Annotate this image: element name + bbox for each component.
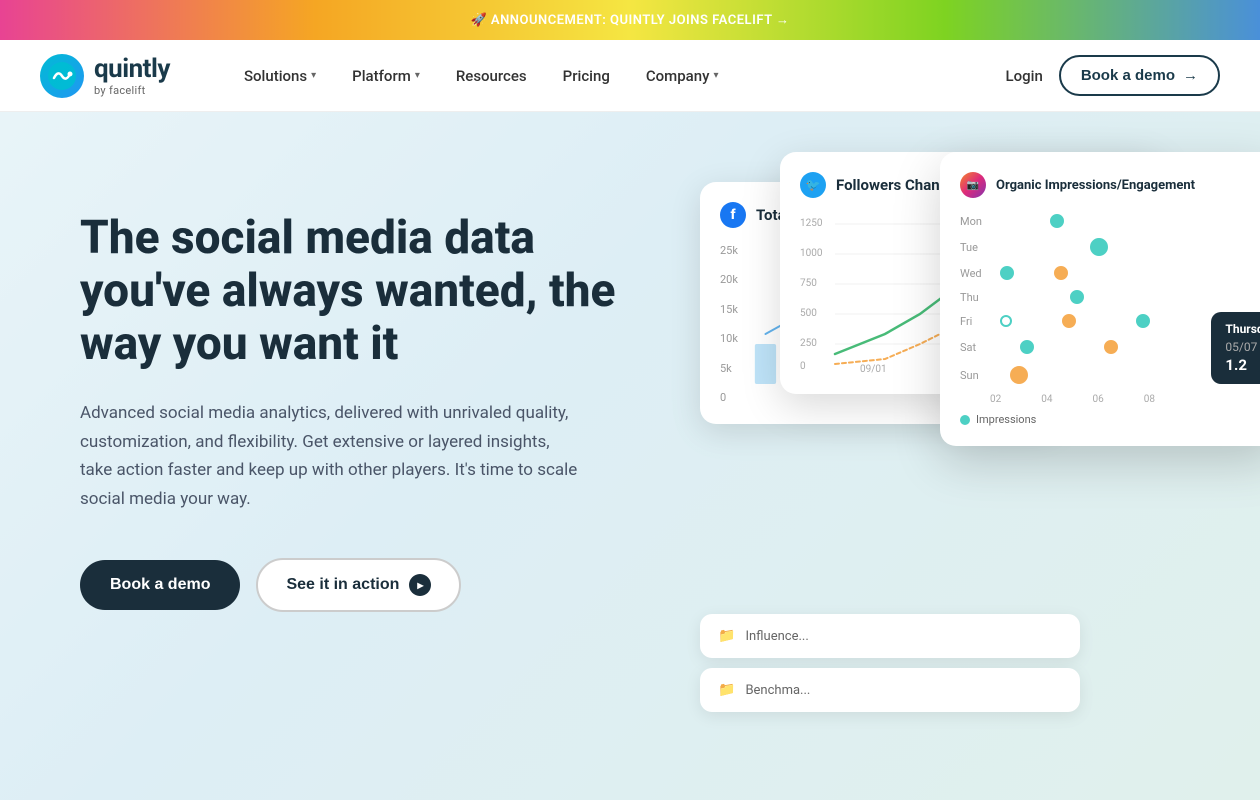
svg-text:09/01: 09/01 [860, 364, 887, 374]
announcement-bar[interactable]: 🚀 ANNOUNCEMENT: QUINTLY JOINS FACELIFT → [0, 0, 1260, 40]
hero-section: The social media data you've always want… [0, 112, 1260, 800]
hero-title: The social media data you've always want… [80, 212, 640, 371]
nav-resources[interactable]: Resources [442, 59, 541, 93]
chevron-down-icon: ▾ [415, 70, 420, 81]
svg-text:750: 750 [800, 278, 817, 289]
logo[interactable]: quintly by facelift [40, 54, 170, 98]
day-row-tue: Tue [960, 238, 1260, 256]
svg-text:250: 250 [800, 338, 817, 349]
svg-text:1250: 1250 [800, 218, 823, 229]
svg-text:1000: 1000 [800, 248, 823, 259]
widget-label: Influence... [745, 629, 808, 644]
data-dot [1010, 366, 1028, 384]
nav-solutions[interactable]: Solutions ▾ [230, 59, 330, 93]
book-demo-button[interactable]: Book a demo → [1059, 55, 1220, 96]
data-tooltip: Thursday 05/07 1.2 [1211, 312, 1260, 384]
day-row-wed: Wed [960, 266, 1260, 280]
hero-content: The social media data you've always want… [80, 192, 640, 612]
login-link[interactable]: Login [990, 59, 1059, 93]
nav-company[interactable]: Company ▾ [632, 59, 733, 93]
hero-description: Advanced social media analytics, deliver… [80, 399, 580, 515]
x-label: 06 [1093, 394, 1104, 405]
announcement-text: 🚀 ANNOUNCEMENT: QUINTLY JOINS FACELIFT → [471, 12, 790, 28]
logo-name: quintly [94, 54, 170, 84]
facebook-icon: f [720, 202, 746, 228]
data-dot [1136, 314, 1150, 328]
logo-icon [40, 54, 84, 98]
bottom-widgets: 📁 Influence... 📁 Benchma... [700, 614, 1080, 712]
x-label: 04 [1041, 394, 1052, 405]
data-dot [1062, 314, 1076, 328]
main-nav: Solutions ▾ Platform ▾ Resources Pricing… [230, 59, 990, 93]
tooltip-date: 05/07 [1225, 340, 1260, 354]
day-row-mon: Mon [960, 214, 1260, 228]
chevron-down-icon: ▾ [311, 70, 316, 81]
widget-label: Benchma... [745, 683, 810, 698]
book-demo-hero-button[interactable]: Book a demo [80, 560, 240, 610]
svg-text:500: 500 [800, 308, 817, 319]
x-label: 02 [990, 394, 1001, 405]
y-axis: 25k 20k 15k 10k 5k 0 [720, 244, 738, 404]
instagram-icon: 📷 [960, 172, 986, 198]
hero-buttons: Book a demo See it in action ▶ [80, 558, 640, 612]
folder-icon: 📁 [718, 682, 735, 698]
logo-subtitle: by facelift [94, 84, 170, 97]
tooltip-value: 1.2 [1225, 356, 1260, 374]
chevron-down-icon: ▾ [713, 70, 718, 81]
nav-pricing[interactable]: Pricing [549, 59, 624, 93]
widget-benchmark: 📁 Benchma... [700, 668, 1080, 712]
see-action-button[interactable]: See it in action ▶ [256, 558, 461, 612]
folder-icon: 📁 [718, 628, 735, 644]
arrow-icon: → [1183, 67, 1198, 84]
data-dot [1090, 238, 1108, 256]
x-label: 08 [1144, 394, 1155, 405]
svg-text:0: 0 [800, 361, 806, 372]
twitter-icon: 🐦 [800, 172, 826, 198]
legend-label: Impressions [976, 413, 1036, 426]
data-dot [1070, 290, 1084, 304]
data-dot [1104, 340, 1118, 354]
day-row-thu: Thu [960, 290, 1260, 304]
nav-platform[interactable]: Platform ▾ [338, 59, 434, 93]
data-dot [1020, 340, 1034, 354]
widget-organic-impressions: 📷 Organic Impressions/Engagement Mon Tue [940, 152, 1260, 446]
data-dot [1050, 214, 1064, 228]
data-dot [1054, 266, 1068, 280]
header: quintly by facelift Solutions ▾ Platform… [0, 40, 1260, 112]
hero-visuals: f Total Interactions 25k 20k 15k 10k 5k … [700, 152, 1260, 772]
widget-title: Organic Impressions/Engagement [996, 178, 1195, 193]
tooltip-day: Thursday [1225, 322, 1260, 336]
play-icon: ▶ [409, 574, 431, 596]
widget-header: 📷 Organic Impressions/Engagement [960, 172, 1260, 198]
legend-dot [960, 415, 970, 425]
data-dot [1000, 266, 1014, 280]
data-dot [1000, 315, 1012, 327]
widget-influence: 📁 Influence... [700, 614, 1080, 658]
logo-text: quintly by facelift [94, 54, 170, 97]
